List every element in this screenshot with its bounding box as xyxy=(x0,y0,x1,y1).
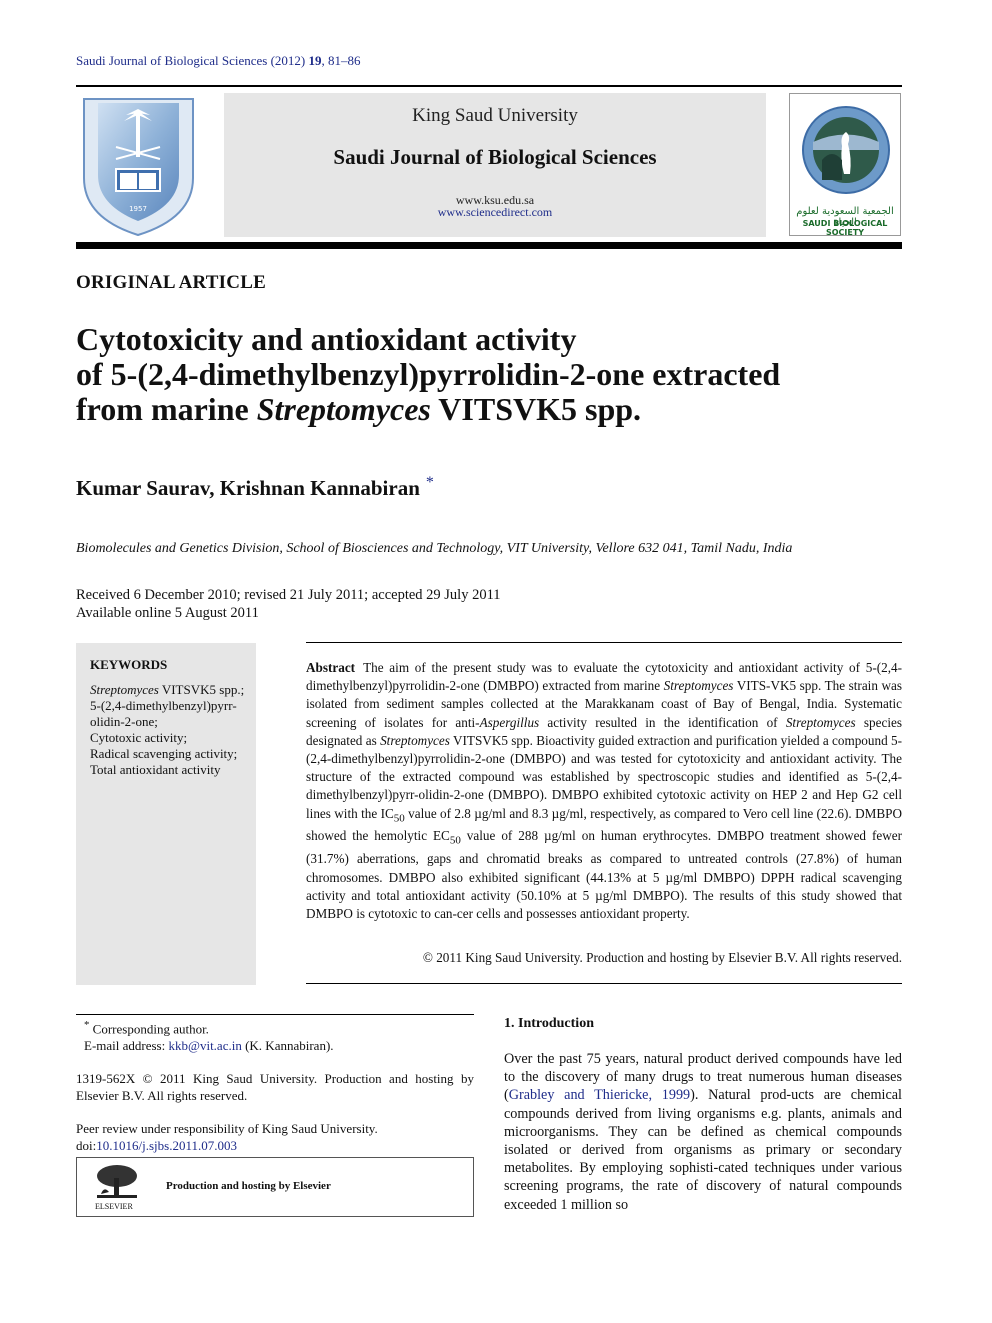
keyword-text: Total antioxidant activity xyxy=(90,762,221,777)
subscript: 50 xyxy=(449,835,461,848)
title-text: VITSVK5 spp. xyxy=(430,391,642,427)
doi-link[interactable]: 10.1016/j.sjbs.2011.07.003 xyxy=(96,1138,237,1153)
authors: Kumar Saurav, Krishnan Kannabiran * xyxy=(76,474,434,501)
email-note: E-mail address: kkb@vit.ac.in (K. Kannab… xyxy=(76,1037,474,1054)
keyword-item: Radical scavenging activity; xyxy=(90,746,252,762)
elsevier-tree-icon xyxy=(97,1165,137,1198)
footnotes: * Corresponding author. E-mail address: … xyxy=(76,1017,474,1154)
subscript: 50 xyxy=(393,812,405,825)
university-name: King Saud University xyxy=(412,105,578,126)
journal-ref-prefix: Saudi Journal of Biological Sciences (20… xyxy=(76,53,309,68)
keyword-text: Cytotoxic activity; xyxy=(90,730,188,745)
footnote-rule xyxy=(76,1014,474,1015)
footnote-text: Corresponding author. xyxy=(89,1021,209,1037)
keywords-heading: KEYWORDS xyxy=(90,657,168,672)
title-genus: Streptomyces xyxy=(256,391,431,427)
king-saud-university-logo: 1957 xyxy=(76,93,201,238)
abstract-text: activity resulted in the identification … xyxy=(539,714,786,730)
introduction-text: Over the past 75 years, natural product … xyxy=(504,1050,902,1214)
keyword-text: VITSVK5 spp.; xyxy=(158,682,245,697)
keyword-text: 5-(2,4-dimethylbenzyl)pyrr-olidin-2-one; xyxy=(90,698,237,729)
keyword-item: Streptomyces VITSVK5 spp.; xyxy=(90,682,252,698)
affiliation: Biomolecules and Genetics Division, Scho… xyxy=(76,541,793,556)
corresponding-author-link[interactable]: * xyxy=(426,474,434,491)
journal-pages: , 81–86 xyxy=(321,53,361,68)
keyword-italic: Streptomyces xyxy=(90,682,159,697)
keyword-item: 5-(2,4-dimethylbenzyl)pyrr-olidin-2-one; xyxy=(90,698,252,730)
svg-text:1957: 1957 xyxy=(129,205,147,213)
production-text: Production and hosting by Elsevier xyxy=(166,1180,331,1192)
abstract-italic: Streptomyces xyxy=(785,714,856,730)
abstract-copyright: © 2011 King Saud University. Production … xyxy=(422,950,902,965)
journal-reference[interactable]: Saudi Journal of Biological Sciences (20… xyxy=(76,53,361,69)
email-label: E-mail address: xyxy=(84,1038,169,1054)
keywords-box: KEYWORDS Streptomyces VITSVK5 spp.; 5-(2… xyxy=(76,643,256,985)
abstract-italic: Streptomyces xyxy=(380,732,450,748)
abstract-top-rule xyxy=(306,642,902,643)
saudi-biological-society-logo: الجمعية السعودية لعلوم الحياة SAUDI BIOL… xyxy=(789,93,901,237)
doi-label: doi: xyxy=(76,1138,97,1154)
available-online-date: Available online 5 August 2011 xyxy=(76,605,259,621)
title-line-2: of 5-(2,4-dimethylbenzyl)pyrrolidin-2-on… xyxy=(76,356,781,392)
journal-banner: King Saud University Saudi Journal of Bi… xyxy=(224,93,766,237)
elsevier-box: ELSEVIER Production and hosting by Elsev… xyxy=(76,1157,474,1217)
received-dates: Received 6 December 2010; revised 21 Jul… xyxy=(76,587,501,603)
doi-note: doi:10.1016/j.sjbs.2011.07.003 xyxy=(76,1137,474,1154)
society-name-english: SAUDI BIOLOGICAL SOCIETY xyxy=(802,219,888,237)
keywords-list: Streptomyces VITSVK5 spp.; 5-(2,4-dimeth… xyxy=(90,682,252,778)
corresponding-author-note: * Corresponding author. xyxy=(76,1017,474,1037)
elsevier-wordmark: ELSEVIER xyxy=(95,1202,133,1211)
abstract-label: Abstract xyxy=(306,660,356,675)
article-title: Cytotoxicity and antioxidant activity of… xyxy=(76,322,896,427)
journal-name: Saudi Journal of Biological Sciences xyxy=(333,145,657,169)
abstract-italic: Aspergillus xyxy=(479,714,540,730)
header-thick-rule xyxy=(76,242,902,249)
journal-volume: 19 xyxy=(308,53,322,68)
keyword-item: Cytotoxic activity; xyxy=(90,730,252,746)
citation-link[interactable]: Grabley and Thiericke, 1999 xyxy=(509,1087,690,1103)
header-rule xyxy=(76,85,902,87)
peer-review-note: Peer review under responsibility of King… xyxy=(76,1121,378,1137)
author-names: Kumar Saurav, Krishnan Kannabiran xyxy=(76,476,420,500)
article-type: ORIGINAL ARTICLE xyxy=(76,272,266,293)
title-text: from marine xyxy=(76,391,257,427)
keyword-item: Total antioxidant activity xyxy=(90,762,252,778)
abstract-bottom-rule xyxy=(306,983,902,984)
abstract-italic: Streptomyces xyxy=(663,678,734,694)
title-line-1: Cytotoxicity and antioxidant activity xyxy=(76,321,577,357)
email-link[interactable]: kkb@vit.ac.in xyxy=(168,1038,241,1053)
keyword-text: Radical scavenging activity; xyxy=(90,746,238,761)
article-dates: Received 6 December 2010; revised 21 Jul… xyxy=(76,586,501,622)
title-line-3: from marine Streptomyces VITSVK5 spp. xyxy=(76,392,896,427)
email-suffix: (K. Kannabiran). xyxy=(241,1038,334,1054)
issn-note: 1319-562X © 2011 King Saud University. P… xyxy=(76,1071,474,1104)
intro-text: ). Natural prod-ucts are chemical compou… xyxy=(504,1087,902,1213)
sciencedirect-url-link[interactable]: www.sciencedirect.com xyxy=(224,205,766,220)
section-heading-introduction: 1. Introduction xyxy=(504,1016,594,1031)
abstract: Abstract The aim of the present study was… xyxy=(306,659,902,923)
